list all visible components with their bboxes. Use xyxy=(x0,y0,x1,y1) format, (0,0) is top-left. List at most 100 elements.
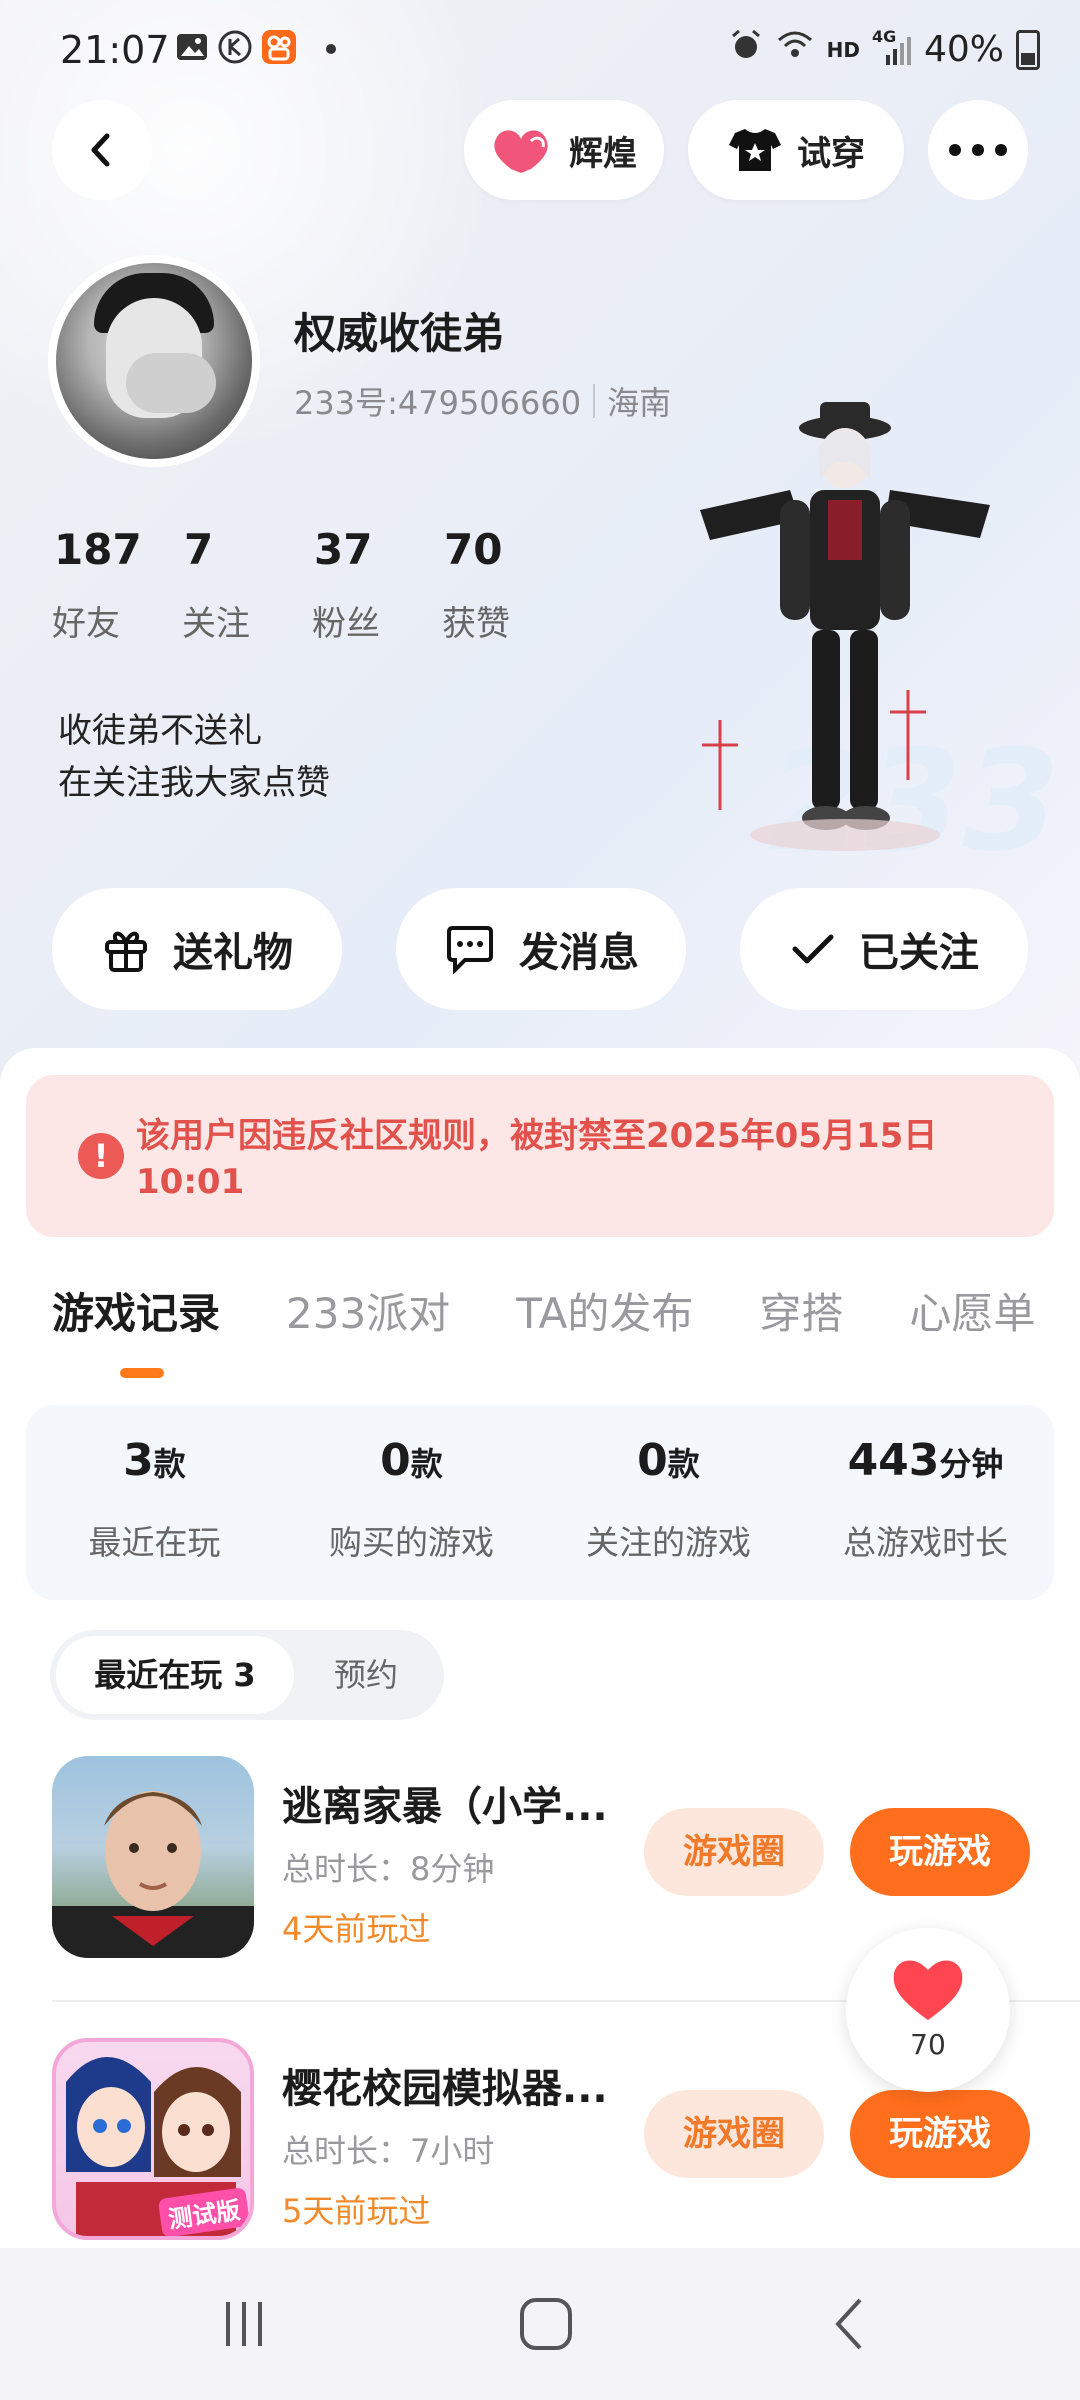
summary-followed-games[interactable]: 0款 关注的游戏 xyxy=(540,1435,797,1564)
chevron-left-icon xyxy=(91,133,110,167)
divider xyxy=(593,384,596,418)
stat-following[interactable]: 7 关注 xyxy=(182,525,312,645)
user-region: 海南 xyxy=(607,384,672,422)
game-list-segment: 最近在玩 3 预约 xyxy=(50,1630,444,1720)
ban-notice: ! 该用户因违反社区规则，被封禁至2025年05月15日 10:01 xyxy=(26,1075,1054,1237)
like-count: 70 xyxy=(910,2028,946,2061)
stat-number: 37 xyxy=(314,525,373,574)
bio: 收徒弟不送礼 在关注我大家点赞 xyxy=(58,705,330,809)
summary-value: 0 xyxy=(637,1435,668,1486)
tab-outfits[interactable]: 穿搭 xyxy=(759,1280,843,1341)
summary-label: 关注的游戏 xyxy=(586,1523,751,1562)
stat-number: 7 xyxy=(184,525,214,574)
back-nav-icon[interactable] xyxy=(820,2294,880,2354)
user-id-row: 233号:479506660 海南 xyxy=(294,378,671,424)
game-icon: 测试版 xyxy=(52,2038,254,2240)
username: 权威收徒弟 xyxy=(294,309,505,358)
user-id: 233号:479506660 xyxy=(294,384,582,422)
game-icon xyxy=(52,1756,254,1958)
stat-label: 关注 xyxy=(182,604,250,644)
avatar-character-figure[interactable] xyxy=(680,390,1010,890)
send-message-button[interactable]: 发消息 xyxy=(396,888,686,1010)
battery-text: 40% xyxy=(923,29,1004,70)
summary-value: 0 xyxy=(380,1435,411,1486)
send-message-label: 发消息 xyxy=(519,930,639,976)
chat-icon xyxy=(447,926,493,974)
summary-purchased[interactable]: 0款 购买的游戏 xyxy=(283,1435,540,1564)
followed-label: 已关注 xyxy=(859,930,979,976)
system-navigation-bar xyxy=(0,2248,1080,2400)
heart-icon xyxy=(893,1960,963,2020)
summary-unit: 款 xyxy=(410,1445,443,1483)
hd-label: HD xyxy=(826,37,860,62)
signal-icon: 4G xyxy=(872,27,912,67)
tab-233-party[interactable]: 233派对 xyxy=(286,1280,450,1341)
more-button[interactable] xyxy=(928,100,1028,200)
summary-label: 购买的游戏 xyxy=(329,1523,494,1562)
stat-number: 187 xyxy=(54,525,142,574)
kuaishou-icon xyxy=(262,30,296,64)
summary-label: 最近在玩 xyxy=(88,1523,221,1562)
checkmark-icon xyxy=(792,934,834,964)
like-bubble[interactable]: 70 xyxy=(846,1928,1010,2092)
tab-posts[interactable]: TA的发布 xyxy=(516,1280,693,1341)
try-on-button[interactable]: 试穿 xyxy=(688,100,904,200)
back-button[interactable] xyxy=(52,100,152,200)
summary-value: 3 xyxy=(123,1435,154,1486)
play-game-button[interactable]: 玩游戏 xyxy=(850,1808,1030,1896)
summary-label: 总游戏时长 xyxy=(843,1523,1008,1562)
tab-game-records[interactable]: 游戏记录 xyxy=(52,1280,220,1341)
stat-likes[interactable]: 70 获赞 xyxy=(442,525,572,645)
game-summary: 3款 最近在玩 0款 购买的游戏 0款 关注的游戏 443分钟 总游戏时长 xyxy=(26,1405,1054,1600)
tab-wishlist[interactable]: 心愿单 xyxy=(909,1280,1035,1341)
game-title: 逃离家暴（小学... xyxy=(282,1784,608,1830)
segment-reservations[interactable]: 预约 xyxy=(334,1636,398,1714)
try-on-label: 试穿 xyxy=(797,133,865,174)
summary-recent[interactable]: 3款 最近在玩 xyxy=(26,1435,283,1564)
stat-friends[interactable]: 187 好友 xyxy=(52,525,182,645)
game-last-played: 4天前玩过 xyxy=(282,1910,431,1948)
summary-unit: 款 xyxy=(667,1445,700,1483)
active-tab-indicator xyxy=(120,1368,164,1378)
tshirt-icon xyxy=(729,129,781,171)
heart-icon xyxy=(494,130,548,173)
send-gift-button[interactable]: 送礼物 xyxy=(52,888,342,1010)
stat-label: 粉丝 xyxy=(312,604,380,644)
gallery-icon xyxy=(175,30,209,64)
followed-button[interactable]: 已关注 xyxy=(740,888,1028,1010)
status-right-group: HD 4G 40% xyxy=(729,27,1040,71)
game-last-played: 5天前玩过 xyxy=(282,2192,431,2230)
stat-label: 好友 xyxy=(52,604,120,644)
avatar-photo xyxy=(56,263,252,459)
alert-icon: ! xyxy=(78,1133,124,1179)
glory-label: 辉煌 xyxy=(569,133,637,174)
ban-notice-text: 该用户因违反社区规则，被封禁至2025年05月15日 10:01 xyxy=(136,1116,938,1202)
game-circle-button[interactable]: 游戏圈 xyxy=(644,1808,824,1896)
status-bar: 21:07 HD 4G 40% xyxy=(0,0,1080,100)
glory-button[interactable]: 辉煌 xyxy=(464,100,664,200)
game-duration: 总时长：8分钟 xyxy=(282,1850,495,1888)
summary-total-time[interactable]: 443分钟 总游戏时长 xyxy=(797,1435,1054,1564)
k-app-icon xyxy=(218,30,252,64)
summary-unit: 分钟 xyxy=(939,1445,1004,1483)
battery-icon xyxy=(1016,29,1040,70)
gift-icon xyxy=(105,931,147,972)
alarm-icon xyxy=(729,28,763,71)
notification-dot-icon xyxy=(326,44,336,54)
bio-line: 收徒弟不送礼 xyxy=(58,711,262,751)
stat-fans[interactable]: 37 粉丝 xyxy=(312,525,442,645)
game-duration: 总时长：7小时 xyxy=(282,2132,495,2170)
stat-label: 获赞 xyxy=(442,604,510,644)
avatar[interactable] xyxy=(48,255,260,467)
wifi-icon xyxy=(775,28,815,71)
stat-number: 70 xyxy=(444,525,503,574)
game-circle-button[interactable]: 游戏圈 xyxy=(644,2090,824,2178)
segment-recent[interactable]: 最近在玩 3 xyxy=(56,1636,294,1714)
send-gift-label: 送礼物 xyxy=(173,930,293,976)
recent-apps-icon[interactable] xyxy=(214,2294,274,2354)
status-time: 21:07 xyxy=(60,28,170,72)
play-game-button[interactable]: 玩游戏 xyxy=(850,2090,1030,2178)
home-icon[interactable] xyxy=(516,2294,576,2354)
stats-row: 187 好友 7 关注 37 粉丝 70 获赞 xyxy=(52,525,572,645)
more-dots-icon xyxy=(949,144,1007,156)
